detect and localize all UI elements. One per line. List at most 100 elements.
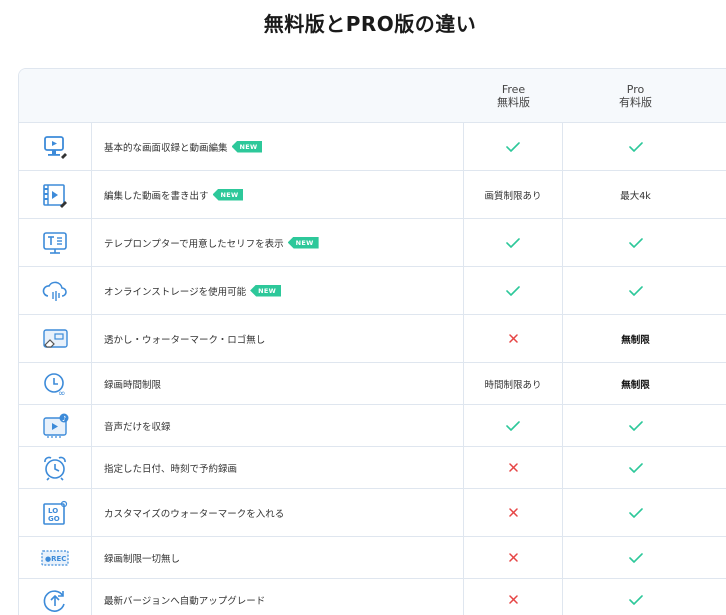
feature-cell: 指定した日付、時刻で予約録画 xyxy=(92,447,464,488)
cross-icon xyxy=(508,463,518,472)
free-value-cell xyxy=(464,405,563,446)
pro-value-cell xyxy=(563,219,708,266)
video-export-icon xyxy=(43,183,67,208)
feature-cell: 編集した動画を書き出す NEW xyxy=(92,171,464,218)
screen-record-edit-icon xyxy=(44,135,67,159)
table-row: 基本的な画面収録と動画編集 NEW xyxy=(19,123,726,171)
feature-icon-cell xyxy=(19,579,92,615)
check-icon xyxy=(628,237,643,248)
free-value-text: 画質制限あり xyxy=(484,190,542,202)
table-row: ∞ 録画時間制限 時間制限あり 無制限 xyxy=(19,363,726,405)
pro-value-cell: 最大4k xyxy=(563,171,708,218)
feature-label: 最新バージョンへ自動アップグレード xyxy=(104,595,266,607)
free-value-cell xyxy=(464,537,563,578)
feature-label: 録画時間制限 xyxy=(104,379,162,391)
table-row: 透かし・ウォーターマーク・ロゴ無し 無制限 xyxy=(19,315,726,363)
header-spacer xyxy=(19,69,464,122)
free-value-cell xyxy=(464,447,563,488)
svg-text:LO: LO xyxy=(48,507,58,515)
table-header: Free 無料版 Pro 有料版 xyxy=(19,69,726,123)
table-row: ●REC 録画制限一切無し xyxy=(19,537,726,579)
new-badge: NEW xyxy=(212,188,244,201)
new-badge: NEW xyxy=(287,236,319,249)
comparison-table: Free 無料版 Pro 有料版 基本的な画面収録と動画編集 NEW 編集した動画を… xyxy=(18,68,726,615)
page-title: 無料版とPRO版の違い xyxy=(263,12,477,36)
feature-label: テレプロンプターで用意したセリフを表示 xyxy=(104,238,284,250)
feature-cell: 録画制限一切無し xyxy=(92,537,464,578)
pro-value-text: 無制限 xyxy=(621,334,650,346)
table-body: 基本的な画面収録と動画編集 NEW 編集した動画を書き出す NEW 画質制限あり 最大4k… xyxy=(19,123,726,615)
feature-icon-cell: LO GO xyxy=(19,489,92,536)
alarm-clock-icon xyxy=(44,456,66,481)
svg-text:●REC: ●REC xyxy=(45,555,66,563)
table-row: 最新バージョンへ自動アップグレード xyxy=(19,579,726,615)
feature-icon-cell xyxy=(19,447,92,488)
pro-value-cell xyxy=(563,579,708,615)
feature-cell: 透かし・ウォーターマーク・ロゴ無し xyxy=(92,315,464,362)
pro-value-text: 無制限 xyxy=(621,379,650,391)
feature-label: オンラインストレージを使用可能 xyxy=(104,286,247,298)
pro-value-cell xyxy=(563,123,708,170)
new-badge: NEW xyxy=(231,140,263,153)
free-column-header: Free 無料版 xyxy=(464,69,563,122)
feature-cell: 音声だけを収録 xyxy=(92,405,464,446)
cross-icon xyxy=(508,334,518,343)
table-row: 編集した動画を書き出す NEW 画質制限あり 最大4k xyxy=(19,171,726,219)
check-icon xyxy=(628,141,643,152)
feature-label: 指定した日付、時刻で予約録画 xyxy=(104,463,238,475)
cloud-storage-icon xyxy=(42,281,67,301)
unlimited-time-icon: ∞ xyxy=(44,372,66,398)
audio-record-icon: ♪ xyxy=(43,413,69,438)
free-value-cell xyxy=(464,123,563,170)
pro-value-cell: 無制限 xyxy=(563,315,708,362)
feature-icon-cell xyxy=(19,123,92,170)
feature-icon-cell xyxy=(19,267,92,314)
svg-text:∞: ∞ xyxy=(58,389,66,398)
check-icon xyxy=(628,507,643,518)
feature-icon-cell xyxy=(19,315,92,362)
pro-value-cell xyxy=(563,489,708,536)
pro-value-cell xyxy=(563,537,708,578)
feature-label: 基本的な画面収録と動画編集 xyxy=(104,142,228,154)
feature-cell: 基本的な画面収録と動画編集 NEW xyxy=(92,123,464,170)
feature-cell: テレプロンプターで用意したセリフを表示 NEW xyxy=(92,219,464,266)
free-value-cell xyxy=(464,489,563,536)
free-value-cell xyxy=(464,579,563,615)
free-column-subtitle: 無料版 xyxy=(497,95,530,109)
pro-value-cell xyxy=(563,267,708,314)
teleprompter-icon xyxy=(43,231,67,254)
check-icon xyxy=(628,462,643,473)
rec-icon: ●REC xyxy=(41,549,69,566)
feature-cell: カスタマイズのウォーターマークを入れる xyxy=(92,489,464,536)
auto-upgrade-icon xyxy=(43,589,65,612)
pro-column-title: Pro xyxy=(626,82,645,96)
free-value-cell xyxy=(464,219,563,266)
feature-icon-cell: ●REC xyxy=(19,537,92,578)
check-icon xyxy=(628,594,643,605)
cross-icon xyxy=(508,553,518,562)
svg-text:GO: GO xyxy=(48,515,60,523)
feature-label: 音声だけを収録 xyxy=(104,421,171,433)
feature-cell: 録画時間制限 xyxy=(92,363,464,404)
feature-cell: 最新バージョンへ自動アップグレード xyxy=(92,579,464,615)
table-row: ♪ 音声だけを収録 xyxy=(19,405,726,447)
check-icon xyxy=(506,285,520,296)
feature-icon-cell: ∞ xyxy=(19,363,92,404)
table-row: オンラインストレージを使用可能 NEW xyxy=(19,267,726,315)
cross-icon xyxy=(508,508,518,517)
watermark-erase-icon xyxy=(43,328,68,348)
free-value-text: 時間制限あり xyxy=(484,379,542,391)
pro-value-text: 最大4k xyxy=(620,190,651,202)
check-icon xyxy=(506,237,520,248)
pro-value-cell xyxy=(563,447,708,488)
check-icon xyxy=(628,420,643,431)
pro-column-subtitle: 有料版 xyxy=(619,95,652,109)
free-value-cell xyxy=(464,315,563,362)
check-icon xyxy=(628,285,643,296)
pro-column-header: Pro 有料版 xyxy=(563,69,708,122)
table-row: LO GO カスタマイズのウォーターマークを入れる xyxy=(19,489,726,537)
feature-label: 録画制限一切無し xyxy=(104,553,181,565)
table-row: テレプロンプターで用意したセリフを表示 NEW xyxy=(19,219,726,267)
new-badge: NEW xyxy=(250,284,282,297)
free-value-cell: 画質制限あり xyxy=(464,171,563,218)
